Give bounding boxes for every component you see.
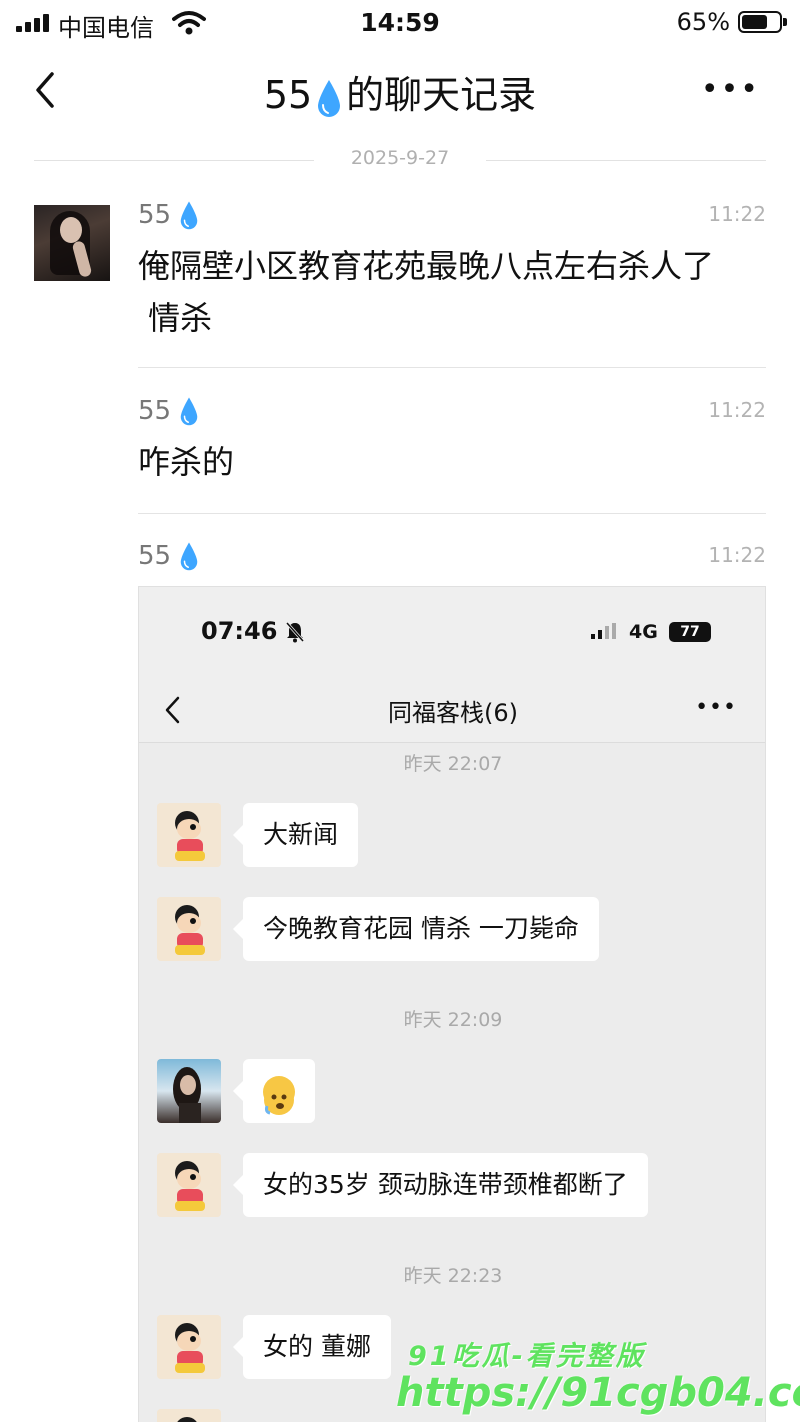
water-drop-icon: [180, 542, 198, 571]
watermark-url: https://91cgb04.com: [396, 1370, 800, 1416]
status-bar: 中国电信 14:59 65%: [0, 0, 800, 46]
nav-bar: 55 的聊天记录 •••: [0, 50, 800, 130]
water-drop-icon: [318, 79, 341, 117]
chat-bubble: 大新闻: [232, 803, 359, 867]
emoji-icon: [263, 1076, 295, 1115]
message-text: 咋杀的: [138, 443, 235, 481]
title-name: 55: [263, 73, 313, 117]
divider: [138, 513, 766, 514]
avatar: [157, 1409, 221, 1422]
network-type: 4G: [629, 621, 658, 643]
message-item[interactable]: 55 11:22: [138, 541, 766, 581]
battery-icon: 77: [669, 622, 711, 642]
message-item[interactable]: 55 11:22 俺隔壁小区教育花苑最晚八点左右杀人了 情杀: [138, 200, 766, 350]
divider: [138, 367, 766, 368]
more-icon[interactable]: •••: [701, 75, 760, 105]
battery-icon: [738, 11, 787, 33]
water-drop-icon: [180, 397, 198, 426]
chat-timestamp: 昨天 22:09: [403, 1009, 503, 1031]
message-text: 俺隔壁小区教育花苑最晚八点左右杀人了: [138, 247, 715, 285]
avatar[interactable]: [34, 205, 110, 281]
date-label: 2025-9-27: [336, 147, 464, 169]
avatar: [157, 1315, 221, 1379]
message-time: 11:22: [708, 398, 766, 422]
message-item[interactable]: 55 11:22 咋杀的: [138, 396, 766, 496]
message-image[interactable]: 07:46 4G 77 同福客栈(6) ••• 昨天 22:07 大新闻 今晚教…: [138, 586, 766, 1422]
message-sender: 55: [138, 200, 199, 230]
avatar: [157, 1059, 221, 1123]
image-nav-bar: 同福客栈(6) •••: [139, 677, 765, 743]
avatar: [157, 803, 221, 867]
mute-bell-icon: [285, 622, 305, 643]
chat-timestamp: 昨天 22:23: [403, 1265, 503, 1287]
message-text: 情杀: [138, 299, 213, 337]
watermark-text: 91吃瓜-看完整版: [408, 1341, 646, 1372]
signal-icon: [591, 623, 619, 639]
image-clock: 07:46: [201, 617, 278, 645]
chat-bubble: 女的35岁 颈动脉连带颈椎都断了: [233, 1153, 648, 1217]
image-status-bar: 07:46 4G 77: [139, 587, 765, 677]
message-sender: 55: [138, 396, 199, 426]
message-sender: 55: [138, 541, 199, 571]
battery-percent: 65%: [676, 8, 730, 36]
chat-bubble: 女的 董娜: [233, 1315, 391, 1379]
avatar: [157, 897, 221, 961]
message-time: 11:22: [708, 202, 766, 226]
title-suffix: 的聊天记录: [346, 73, 537, 117]
avatar: [157, 1153, 221, 1217]
message-time: 11:22: [708, 543, 766, 567]
water-drop-icon: [180, 201, 198, 230]
chat-bubble: [233, 1059, 315, 1123]
chat-history-page: 中国电信 14:59 65% 55 的聊天记录 ••• 2025-9-27 55: [0, 0, 800, 1422]
chat-bubble: 今晚教育花园 情杀 一刀毙命: [233, 897, 599, 961]
page-title: 55 的聊天记录: [0, 64, 800, 119]
more-icon: •••: [695, 695, 737, 720]
chat-timestamp: 昨天 22:07: [403, 753, 503, 775]
group-title: 同福客栈(6): [388, 699, 518, 727]
date-divider: 2025-9-27: [34, 145, 766, 175]
